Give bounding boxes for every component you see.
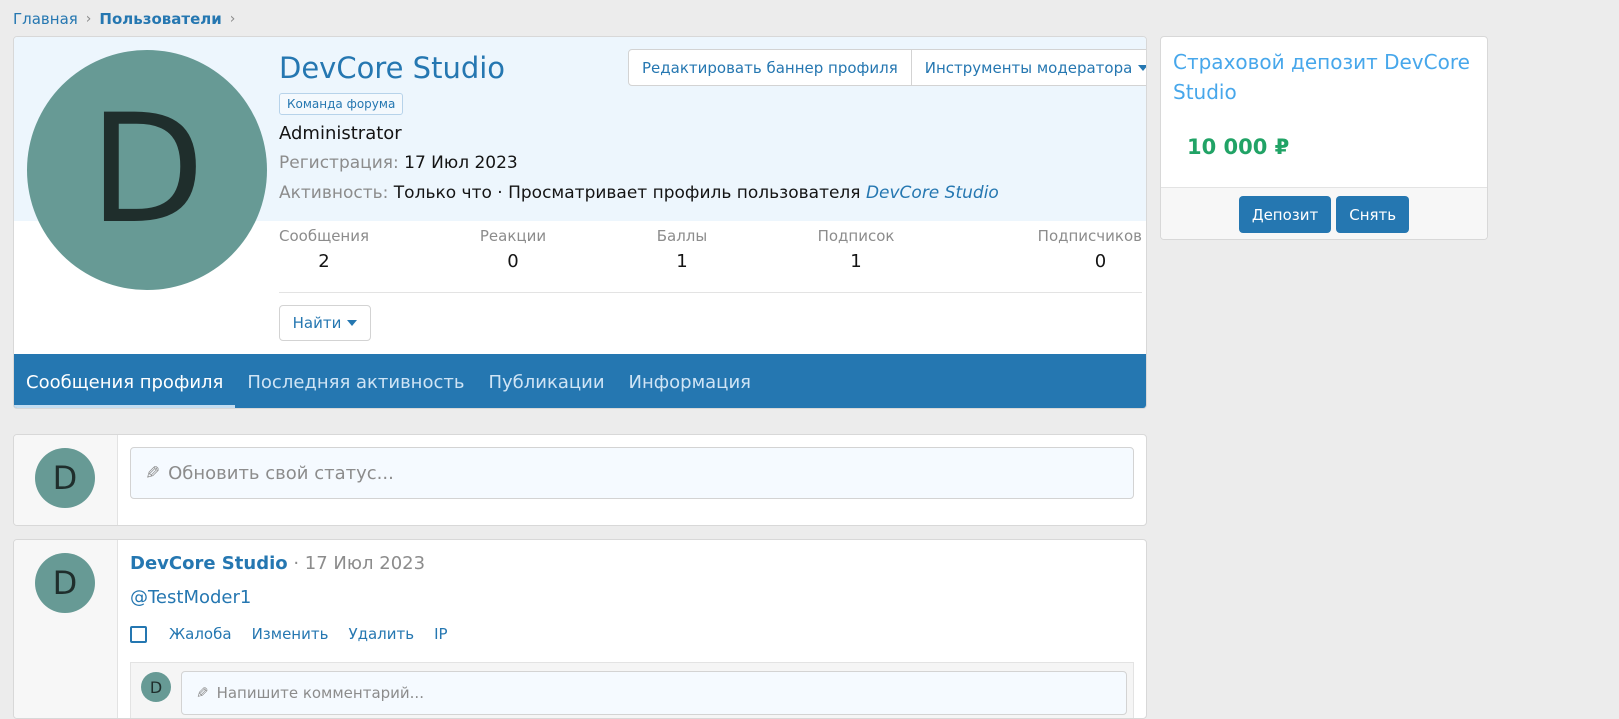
tab-latest-activity[interactable]: Последняя активность <box>235 354 476 408</box>
find-label: Найти <box>292 314 342 332</box>
post-actions: Жалоба Изменить Удалить IP <box>130 625 448 643</box>
comment-input[interactable]: ✎ Напишите комментарий... <box>181 671 1127 715</box>
breadcrumb-users[interactable]: Пользователи <box>99 10 221 28</box>
activity-label: Активность: <box>279 183 389 203</box>
tab-postings[interactable]: Публикации <box>476 354 616 408</box>
user-title: Administrator <box>279 123 402 144</box>
stat-followers[interactable]: Подписчиков 0 <box>999 227 1142 272</box>
avatar[interactable]: D <box>35 553 95 613</box>
avatar-column: D <box>14 435 118 525</box>
breadcrumb: Главная › Пользователи › <box>13 8 235 30</box>
activity-value: Только что · Просматривает профиль польз… <box>393 183 861 203</box>
moderator-tools-label: Инструменты модератора <box>924 58 1133 77</box>
chevron-right-icon: › <box>229 11 236 27</box>
edit-link[interactable]: Изменить <box>252 625 329 643</box>
widget-footer: Депозит Снять <box>1161 187 1487 239</box>
stat-label: Реакции <box>479 227 547 245</box>
registration-label: Регистрация: <box>279 153 399 173</box>
delete-link[interactable]: Удалить <box>348 625 414 643</box>
tab-profile-posts[interactable]: Сообщения профиля <box>14 354 236 408</box>
stat-label: Подписок <box>817 227 895 245</box>
deposit-button[interactable]: Депозит <box>1238 196 1332 233</box>
edit-banner-label: Редактировать баннер профиля <box>642 58 898 77</box>
caret-down-icon <box>1138 64 1146 71</box>
find-button[interactable]: Найти <box>279 305 371 341</box>
comment-box: D ✎ Напишите комментарий... <box>130 662 1134 718</box>
tab-about[interactable]: Информация <box>617 354 763 408</box>
registration-value: 17 Июл 2023 <box>404 153 518 173</box>
status-placeholder: Обновить свой статус... <box>168 462 394 484</box>
caret-down-icon <box>347 320 358 326</box>
edit-banner-button[interactable]: Редактировать баннер профиля <box>629 50 911 85</box>
stat-value: 1 <box>850 251 862 272</box>
stat-points[interactable]: Баллы 1 <box>647 227 717 272</box>
ip-link[interactable]: IP <box>434 625 447 643</box>
post-header: DevCore Studio · 17 Июл 2023 <box>130 553 425 574</box>
stat-value: 1 <box>676 251 688 272</box>
activity-info: Активность: Только что · Просматривает п… <box>279 183 999 203</box>
widget-title[interactable]: Страховой депозит DevCore Studio <box>1173 47 1473 107</box>
profile-name: DevCore Studio <box>279 51 506 85</box>
report-link[interactable]: Жалоба <box>169 625 232 643</box>
post-body[interactable]: @TestModer1 <box>130 587 251 608</box>
stat-value: 2 <box>318 251 330 272</box>
avatar-column: D <box>14 540 118 718</box>
status-input[interactable]: ✎ Обновить свой статус... <box>130 447 1134 499</box>
post-date[interactable]: · 17 Июл 2023 <box>288 553 425 574</box>
avatar[interactable]: D <box>35 448 95 508</box>
post-author[interactable]: DevCore Studio <box>130 553 288 574</box>
stat-reactions[interactable]: Реакции 0 <box>473 227 553 272</box>
comment-placeholder: Напишите комментарий... <box>216 684 424 702</box>
profile-card: D DevCore Studio Команда форума Administ… <box>13 36 1147 409</box>
moderator-tools-button[interactable]: Инструменты модератора <box>910 50 1146 85</box>
profile-stats: Сообщения 2 Реакции 0 Баллы 1 Подписок 1… <box>279 227 1142 293</box>
deposit-amount: 10 000 ₽ <box>1187 135 1290 159</box>
activity-link[interactable]: DevCore Studio <box>866 183 999 203</box>
stat-following[interactable]: Подписок 1 <box>811 227 901 272</box>
select-checkbox[interactable] <box>130 625 147 643</box>
pencil-icon: ✎ <box>145 462 161 484</box>
stat-label: Подписчиков <box>1037 227 1142 245</box>
avatar[interactable]: D <box>27 50 267 290</box>
pencil-icon: ✎ <box>196 684 209 702</box>
stat-messages[interactable]: Сообщения 2 <box>279 227 369 272</box>
profile-post: D DevCore Studio · 17 Июл 2023 @TestMode… <box>13 539 1147 719</box>
registration-info: Регистрация: 17 Июл 2023 <box>279 153 518 173</box>
avatar[interactable]: D <box>141 672 171 702</box>
chevron-right-icon: › <box>85 11 92 27</box>
insurance-deposit-widget: Страховой депозит DevCore Studio 10 000 … <box>1160 36 1488 240</box>
user-banner: Команда форума <box>279 93 404 115</box>
stat-value: 0 <box>507 251 519 272</box>
stat-label: Баллы <box>656 227 708 245</box>
stat-value: 0 <box>1094 251 1107 272</box>
withdraw-button[interactable]: Снять <box>1336 196 1410 233</box>
profile-tabs: Сообщения профиля Последняя активность П… <box>14 354 1146 408</box>
breadcrumb-home[interactable]: Главная <box>13 10 78 28</box>
profile-button-group: Редактировать баннер профиля Инструменты… <box>628 49 1146 86</box>
status-update-card: D ✎ Обновить свой статус... <box>13 434 1147 526</box>
stat-label: Сообщения <box>279 227 370 245</box>
